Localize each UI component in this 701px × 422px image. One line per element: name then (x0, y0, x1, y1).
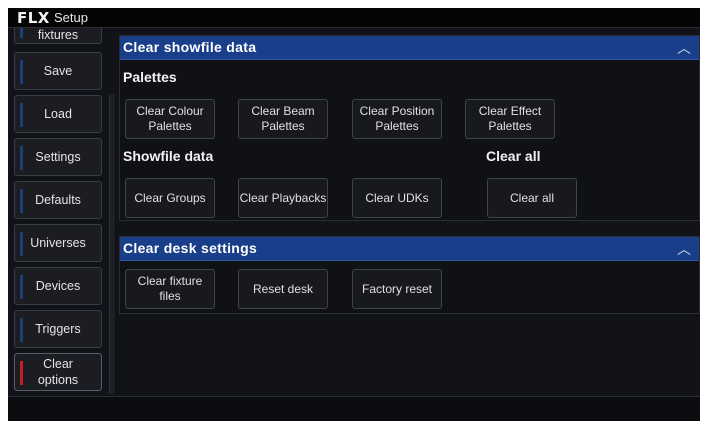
sidebar-item-save[interactable]: Save (14, 52, 102, 90)
sidebar-item-label: Load (44, 107, 72, 121)
showfile-panel-header[interactable]: Clear showfile data ︿ (120, 36, 699, 60)
chevron-up-icon[interactable]: ︿ (677, 38, 691, 58)
clear-udks-button[interactable]: Clear UDKs (352, 178, 442, 218)
sidebar-item-label: fixtures (37, 28, 79, 42)
sidebar-item-label: Settings (35, 150, 81, 164)
clear-effect-palettes-button[interactable]: Clear Effect Palettes (465, 99, 555, 139)
chevron-up-icon[interactable]: ︿ (677, 239, 691, 259)
sidebar-item-fixtures[interactable]: fixtures (14, 28, 102, 44)
title-bar: FLX Setup (8, 8, 700, 28)
showfile-data-heading: Showfile data (123, 148, 214, 164)
sidebar-marker (20, 318, 23, 342)
sidebar-marker (20, 103, 23, 127)
sidebar-item-devices[interactable]: Devices (14, 267, 102, 305)
sidebar-item-clear-options[interactable]: Clear options (14, 353, 102, 391)
showfile-panel: Clear showfile data ︿ Palettes Clear Col… (119, 35, 700, 221)
palettes-heading: Palettes (123, 69, 177, 85)
sidebar-marker (20, 28, 23, 38)
reset-desk-button[interactable]: Reset desk (238, 269, 328, 309)
sidebar: fixtures Save Load Settings Defaults Uni… (8, 28, 108, 394)
clear-colour-palettes-button[interactable]: Clear Colour Palettes (125, 99, 215, 139)
sidebar-item-label: Clear options (37, 357, 79, 387)
sidebar-marker (20, 60, 23, 84)
clear-groups-button[interactable]: Clear Groups (125, 178, 215, 218)
desk-settings-panel: Clear desk settings ︿ Clear fixture file… (119, 236, 700, 314)
sidebar-marker (20, 189, 23, 213)
window-title: Setup (54, 10, 88, 25)
sidebar-scrollbar[interactable] (109, 94, 116, 394)
setup-window: FLX Setup fixtures Save Load Settings De… (8, 8, 700, 421)
clear-all-button[interactable]: Clear all (487, 178, 577, 218)
panel-title: Clear desk settings (123, 240, 258, 256)
clear-position-palettes-button[interactable]: Clear Position Palettes (352, 99, 442, 139)
sidebar-active-marker (20, 361, 23, 385)
panel-title: Clear showfile data (123, 39, 257, 55)
flx-logo: FLX (17, 9, 50, 27)
sidebar-item-settings[interactable]: Settings (14, 138, 102, 176)
sidebar-marker (20, 275, 23, 299)
desk-settings-panel-header[interactable]: Clear desk settings ︿ (120, 237, 699, 261)
sidebar-item-triggers[interactable]: Triggers (14, 310, 102, 348)
sidebar-item-label: Devices (35, 279, 81, 293)
sidebar-item-label: Save (43, 64, 73, 78)
sidebar-item-load[interactable]: Load (14, 95, 102, 133)
sidebar-marker (20, 232, 23, 256)
sidebar-scrollbar-thumb[interactable] (110, 94, 115, 394)
clear-fixture-files-button[interactable]: Clear fixture files (125, 269, 215, 309)
factory-reset-button[interactable]: Factory reset (352, 269, 442, 309)
clear-beam-palettes-button[interactable]: Clear Beam Palettes (238, 99, 328, 139)
sidebar-item-label: Defaults (35, 193, 81, 207)
sidebar-item-universes[interactable]: Universes (14, 224, 102, 262)
sidebar-item-defaults[interactable]: Defaults (14, 181, 102, 219)
clear-playbacks-button[interactable]: Clear Playbacks (238, 178, 328, 218)
sidebar-marker (20, 146, 23, 170)
sidebar-item-label: Triggers (35, 322, 81, 336)
sidebar-item-label: Universes (30, 236, 86, 250)
clear-all-heading: Clear all (486, 148, 541, 164)
status-bar (8, 396, 700, 421)
